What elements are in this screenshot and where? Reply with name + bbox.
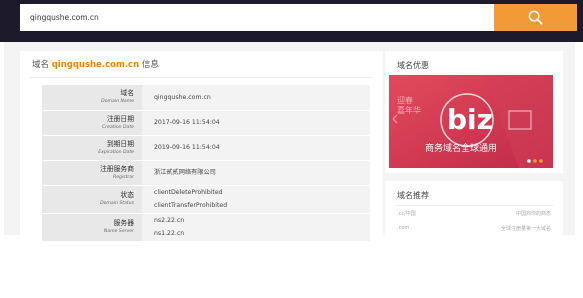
label-cn: 注册日期 — [106, 114, 134, 123]
banner-tagline: 商务域名全球通用 — [425, 142, 497, 154]
label-cell: 注册日期 Creation Date — [42, 110, 142, 136]
value-cell: qingqushe.com.cn — [142, 85, 370, 111]
row-domain-name: 域名 Domain Name qingqushe.com.cn — [42, 85, 370, 111]
label-cn: 到期日期 — [106, 139, 134, 148]
label-en: Domain Name — [101, 99, 134, 105]
label-cell: 服务器 Name Server — [42, 213, 142, 242]
row-creation-date: 注册日期 Creation Date 2017-09-16 11:54:04 — [42, 110, 370, 136]
title-suffix: 信息 — [141, 60, 159, 70]
label-en: Registrar — [113, 174, 134, 180]
value-text: clientTransferProhibited — [154, 202, 228, 209]
label-cell: 到期日期 Expiration Date — [42, 135, 142, 161]
label-en: Domain Status — [100, 201, 134, 206]
recommend-item-name: .cc/中国 — [397, 211, 416, 217]
label-en: Name Server — [103, 229, 134, 234]
value-cell: 2017-09-16 11:54:04 — [142, 110, 370, 136]
recommend-item[interactable]: .cc/中国 中国商你的商态 — [397, 210, 551, 220]
label-cell: 域名 Domain Name — [42, 85, 142, 111]
row-domain-status: 状态 Domain Status clientDeleteProhibited cl… — [42, 185, 370, 214]
slide-dot-1[interactable] — [527, 159, 531, 163]
banner-cn-left2: 嘉年华 — [397, 105, 421, 115]
slide-dot-3[interactable] — [539, 159, 543, 163]
domain-info-table: 域名 Domain Name qingqushe.com.cn 注册日期 Creat… — [42, 85, 370, 242]
recommend-item[interactable]: .com 全球注册量第一大域名 — [397, 225, 551, 235]
search-bar — [20, 4, 577, 31]
value-cell: clientDeleteProhibited clientTransferProh… — [142, 185, 370, 214]
row-registrar: 注册服务商 Registrar 浙江贰贰网络有限公司 — [42, 160, 370, 186]
value-text: clientDeleteProhibited — [154, 189, 223, 196]
banner-art: 迎春 嘉年华 biz 商务域名全球通用 — [389, 75, 553, 168]
label-cn: 服务器 — [113, 219, 134, 227]
label-en: Expiration Date — [98, 149, 134, 155]
search-input[interactable] — [20, 4, 480, 31]
label-cn: 状态 — [120, 191, 134, 199]
value-text: qingqushe.com.cn — [154, 93, 211, 101]
title-prefix: 域名 — [32, 60, 50, 70]
label-cn: 域名 — [120, 89, 134, 98]
recommend-item-desc: 全球注册量第一大域名 — [500, 226, 551, 232]
divider — [30, 77, 373, 78]
label-cn: 注册服务商 — [100, 164, 134, 173]
value-cell: ns2.22.cn ns1.22.cn — [142, 213, 370, 242]
promo-card: 域名优惠 迎春 嘉年华 biz 商务域名全球通用 — [385, 51, 563, 173]
domain-info-title: 域名 qingqushe.com.cn 信息 — [32, 58, 159, 70]
value-text: ns1.22.cn — [154, 230, 185, 237]
value-text: ns2.22.cn — [154, 217, 185, 224]
value-text: 2017-09-16 11:54:04 — [154, 119, 220, 126]
search-icon — [528, 10, 543, 25]
banner-biz-text: biz — [447, 103, 493, 136]
row-expiration-date: 到期日期 Expiration Date 2019-09-16 11:54:04 — [42, 135, 370, 161]
label-en: Creation Date — [102, 124, 134, 130]
top-bar — [0, 0, 583, 42]
banner-cn-left: 迎春 — [397, 95, 413, 105]
row-name-server: 服务器 Name Server ns2.22.cn ns1.22.cn — [42, 213, 370, 242]
recommend-title: 域名推荐 — [397, 191, 429, 200]
promo-banner[interactable]: 迎春 嘉年华 biz 商务域名全球通用 — [389, 75, 553, 168]
domain-info-card: 域名 qingqushe.com.cn 信息 域名 Domain Name qin… — [20, 51, 383, 242]
search-button[interactable] — [494, 4, 577, 31]
label-cell: 注册服务商 Registrar — [42, 160, 142, 186]
value-text: 浙江贰贰网络有限公司 — [154, 169, 216, 176]
value-cell: 2019-09-16 11:54:04 — [142, 135, 370, 161]
title-domain: qingqushe.com.cn — [51, 60, 140, 70]
divider — [395, 205, 553, 206]
value-text: 2019-09-16 11:54:04 — [154, 144, 220, 151]
slide-dot-2[interactable] — [533, 159, 537, 163]
page-content: 域名 qingqushe.com.cn 信息 域名 Domain Name qin… — [4, 42, 575, 242]
label-cell: 状态 Domain Status — [42, 185, 142, 214]
recommend-item-name: .com — [397, 225, 410, 231]
promo-title: 域名优惠 — [397, 61, 429, 70]
value-cell: 浙江贰贰网络有限公司 — [142, 160, 370, 186]
recommend-card: 域名推荐 .cc/中国 中国商你的商态 .com 全球注册量第一大域名 — [385, 181, 563, 235]
recommend-item-desc: 中国商你的商态 — [515, 211, 551, 217]
